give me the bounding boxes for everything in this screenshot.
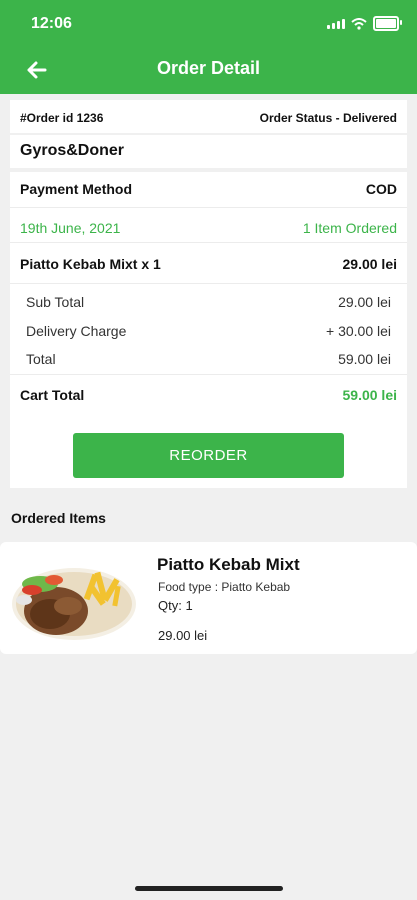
subtotal-value: 29.00 lei bbox=[338, 294, 391, 310]
total-label: Total bbox=[26, 351, 56, 367]
subtotal-row: Sub Total 29.00 lei bbox=[26, 292, 391, 312]
app-header: 12:06 Order Detail bbox=[0, 0, 417, 94]
payment-value: COD bbox=[365, 181, 397, 197]
order-summary-card: #Order id 1236 Order Status - Delivered … bbox=[10, 100, 407, 488]
cart-total-row: Cart Total 59.00 lei bbox=[20, 384, 397, 406]
item-price: 29.00 lei bbox=[158, 628, 208, 643]
payment-label: Payment Method bbox=[20, 181, 133, 197]
item-quantity: Qty: 1 bbox=[158, 598, 193, 613]
battery-icon bbox=[373, 16, 402, 31]
date-row: 19th June, 2021 1 Item Ordered bbox=[20, 217, 397, 239]
delivery-value: + 30.00 lei bbox=[326, 323, 391, 339]
restaurant-name: Gyros&Doner bbox=[20, 142, 125, 159]
subtotal-label: Sub Total bbox=[26, 294, 85, 310]
ordered-items-title: Ordered Items bbox=[11, 510, 106, 526]
cart-total-label: Cart Total bbox=[20, 387, 85, 403]
order-id: #Order id 1236 bbox=[20, 111, 104, 125]
order-status: Order Status - Delivered bbox=[259, 111, 397, 125]
home-indicator[interactable] bbox=[135, 886, 283, 891]
order-meta-row: #Order id 1236 Order Status - Delivered bbox=[20, 109, 397, 127]
status-time: 12:06 bbox=[31, 15, 72, 32]
delivery-label: Delivery Charge bbox=[26, 323, 127, 339]
signal-icon bbox=[327, 18, 345, 29]
restaurant-row: Gyros&Doner bbox=[20, 140, 397, 162]
item-name: Piatto Kebab Mixt bbox=[157, 555, 300, 574]
wifi-icon bbox=[351, 17, 367, 30]
reorder-button[interactable]: REORDER bbox=[73, 433, 344, 478]
total-value: 59.00 lei bbox=[338, 351, 391, 367]
page-title: Order Detail bbox=[156, 58, 261, 78]
kebab-plate-image bbox=[12, 568, 136, 640]
status-icons bbox=[327, 16, 402, 31]
cart-total-value: 59.00 lei bbox=[342, 387, 398, 403]
order-date: 19th June, 2021 bbox=[20, 220, 121, 236]
payment-row: Payment Method COD bbox=[20, 178, 397, 200]
delivery-row: Delivery Charge + 30.00 lei bbox=[26, 321, 391, 341]
line-item-name: Piatto Kebab Mixt x 1 bbox=[20, 256, 161, 272]
line-item-price: 29.00 lei bbox=[342, 256, 398, 272]
items-ordered-count: 1 Item Ordered bbox=[302, 220, 397, 236]
line-item-row: Piatto Kebab Mixt x 1 29.00 lei bbox=[20, 253, 397, 275]
total-row: Total 59.00 lei bbox=[26, 349, 391, 369]
item-food-type: Food type : Piatto Kebab bbox=[158, 580, 291, 594]
